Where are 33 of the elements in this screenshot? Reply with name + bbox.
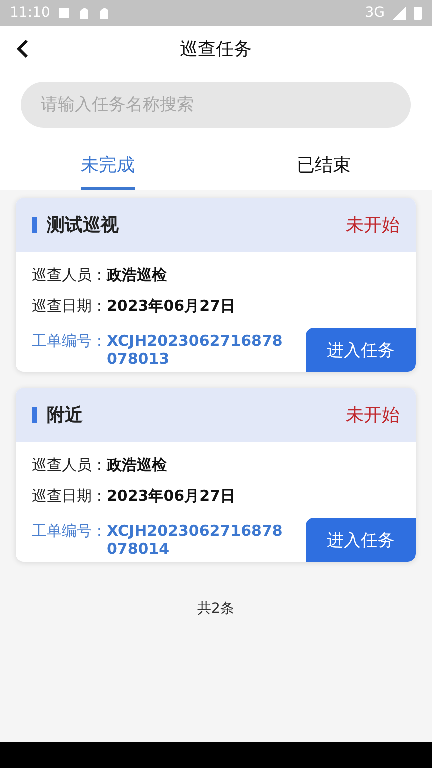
field-label: 巡查日期： — [32, 297, 107, 316]
field-label: 工单编号： — [32, 332, 107, 351]
task-status: 未开始 — [346, 404, 400, 427]
field-label: 巡查日期： — [32, 487, 107, 506]
notification-icon — [78, 6, 90, 20]
enter-task-button[interactable]: 进入任务 — [306, 518, 416, 562]
field-label: 巡查人员： — [32, 266, 107, 285]
signal-icon — [393, 6, 406, 20]
network-label: 3G — [365, 5, 385, 21]
accent-bar — [32, 217, 37, 233]
order-number: XCJH2023062716878078014 — [107, 522, 284, 558]
status-time: 11:10 — [10, 5, 50, 21]
total-count: 共2条 — [198, 601, 234, 617]
search-field[interactable]: 请输入任务名称搜索 — [21, 82, 411, 128]
enter-task-button[interactable]: 进入任务 — [306, 328, 416, 372]
order-number: XCJH2023062716878078013 — [107, 332, 284, 368]
task-name: 测试巡视 — [47, 214, 120, 237]
inspection-date: 2023年06月27日 — [107, 297, 236, 316]
inspection-date: 2023年06月27日 — [107, 487, 236, 506]
notification-icon — [98, 6, 110, 20]
field-label: 巡查人员： — [32, 456, 107, 475]
accent-bar — [32, 407, 37, 423]
inspector-name: 政浩巡检 — [107, 266, 167, 285]
inspector-name: 政浩巡检 — [107, 456, 167, 475]
tab[interactable]: 已结束 — [216, 142, 432, 190]
page-title: 巡查任务 — [180, 38, 252, 61]
task-name: 附近 — [47, 404, 84, 427]
back-icon[interactable] — [16, 39, 30, 59]
battery-icon — [414, 6, 422, 20]
field-label: 工单编号： — [32, 522, 107, 541]
tab[interactable]: 未完成 — [0, 142, 216, 190]
notification-icon — [58, 7, 70, 19]
task-status: 未开始 — [346, 214, 400, 237]
